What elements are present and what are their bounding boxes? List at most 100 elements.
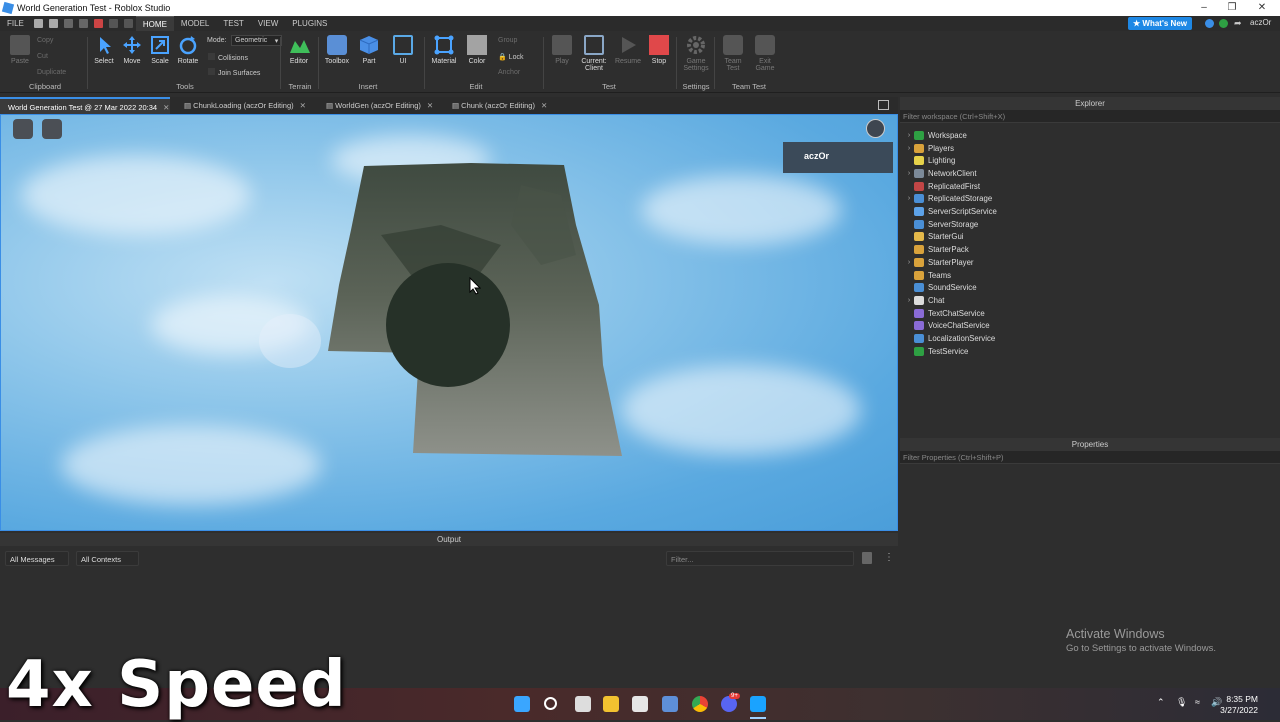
explorer-item-workspace[interactable]: › Workspace (904, 129, 967, 142)
close-tab-icon[interactable]: ✕ (541, 101, 547, 110)
explorer-item-voicechatservice[interactable]: VoiceChatService (904, 320, 990, 333)
menu-file[interactable]: FILE (0, 16, 31, 31)
close-tab-icon[interactable]: ✕ (300, 101, 306, 110)
wifi-icon[interactable]: ≈ (1195, 697, 1200, 707)
snipping-tool-icon[interactable] (632, 696, 648, 712)
explorer-item-starterpack[interactable]: StarterPack (904, 243, 969, 256)
explorer-item-soundservice[interactable]: SoundService (904, 281, 977, 294)
chevron-right-icon[interactable]: › (904, 297, 914, 304)
maximize-button[interactable]: ❐ (1218, 0, 1246, 16)
user-name[interactable]: aczOr (1250, 18, 1271, 27)
ui-button[interactable]: UI (388, 35, 418, 65)
mode-dropdown[interactable]: Geometric ▾ (231, 35, 283, 46)
chevron-right-icon[interactable]: › (904, 132, 914, 139)
collisions-toggle[interactable]: Collisions (208, 53, 248, 62)
tab-worldgen[interactable]: ▤ WorldGen (aczOr Editing) ✕ (318, 97, 440, 114)
tab-chunk[interactable]: ▤ Chunk (aczOr Editing) ✕ (444, 97, 562, 114)
menu-view[interactable]: VIEW (251, 16, 285, 31)
exit-game-button[interactable]: Exit Game (750, 35, 780, 72)
stop-record-icon[interactable] (93, 19, 103, 28)
open-file-icon[interactable] (48, 19, 58, 28)
tray-chevron-up-icon[interactable]: ⌃ (1157, 697, 1165, 708)
material-button[interactable]: Material (429, 35, 459, 65)
explorer-item-serverstorage[interactable]: ServerStorage (904, 218, 978, 231)
join-surfaces-toggle[interactable]: Join Surfaces (208, 68, 260, 77)
explorer-item-teams[interactable]: Teams (904, 269, 951, 282)
tab-world-generation-test[interactable]: World Generation Test @ 27 Mar 2022 20:3… (0, 97, 170, 114)
menu-plugins[interactable]: PLUGINS (285, 16, 334, 31)
properties-filter-input[interactable]: Filter Properties (Ctrl+Shift+P) (900, 451, 1280, 464)
anchor-button[interactable]: Anchor (498, 69, 520, 76)
select-button[interactable]: Select (89, 35, 119, 65)
search-icon[interactable] (544, 697, 557, 710)
microphone-icon[interactable]: 🎙 (1176, 697, 1187, 708)
roblox-studio-icon[interactable] (750, 696, 766, 712)
roblox-menu-icon[interactable] (13, 119, 33, 139)
explorer-item-testservice[interactable]: TestService (904, 345, 968, 358)
help-icon[interactable] (1205, 19, 1214, 28)
scale-button[interactable]: Scale (145, 35, 175, 65)
close-tab-icon[interactable]: ✕ (427, 101, 433, 110)
resume-button[interactable]: Resume (613, 35, 643, 65)
minimize-button[interactable]: – (1190, 0, 1218, 16)
toolbox-button[interactable]: Toolbox (322, 35, 352, 65)
maximize-viewport-icon[interactable] (878, 100, 889, 110)
new-file-icon[interactable] (33, 19, 43, 28)
all-contexts-dropdown[interactable]: All Contexts (76, 551, 139, 566)
close-button[interactable]: ✕ (1248, 0, 1276, 16)
windows-start-icon[interactable] (514, 696, 530, 712)
undo-icon[interactable] (108, 19, 118, 28)
menu-test[interactable]: TEST (216, 16, 250, 31)
explorer-item-starterplayer[interactable]: › StarterPlayer (904, 256, 974, 269)
whats-new-button[interactable]: ★ What's New (1128, 17, 1192, 30)
explorer-filter-input[interactable]: Filter workspace (Ctrl+Shift+X) (900, 110, 1280, 123)
chrome-icon[interactable] (692, 696, 708, 712)
terrain-editor-button[interactable]: Editor (284, 35, 314, 65)
game-settings-button[interactable]: Game Settings (681, 35, 711, 72)
share-icon[interactable]: ➦ (1234, 18, 1242, 29)
explorer-item-serverscriptservice[interactable]: ServerScriptService (904, 205, 997, 218)
redo-icon[interactable] (63, 19, 73, 28)
move-button[interactable]: Move (117, 35, 147, 65)
save-icon[interactable] (78, 19, 88, 28)
close-tab-icon[interactable]: ✕ (163, 103, 169, 112)
explorer-item-players[interactable]: › Players (904, 142, 954, 155)
chevron-right-icon[interactable]: › (904, 195, 914, 202)
chevron-right-icon[interactable]: › (904, 259, 914, 266)
photos-icon[interactable] (662, 696, 678, 712)
cut-button[interactable]: Cut (37, 53, 48, 60)
explorer-item-localizationservice[interactable]: LocalizationService (904, 332, 995, 345)
menu-home[interactable]: HOME (135, 16, 174, 31)
player-list-entry[interactable]: aczOr (783, 142, 893, 173)
task-view-icon[interactable] (575, 696, 591, 712)
explorer-item-textchatservice[interactable]: TextChatService (904, 307, 985, 320)
team-test-button[interactable]: Team Test (718, 35, 748, 72)
explorer-item-networkclient[interactable]: › NetworkClient (904, 167, 977, 180)
file-explorer-icon[interactable] (603, 696, 619, 712)
rotate-button[interactable]: Rotate (173, 35, 203, 65)
system-clock[interactable]: 8:35 PM 3/27/2022 (1220, 694, 1258, 716)
chevron-right-icon[interactable]: › (904, 145, 914, 152)
redo2-icon[interactable] (123, 19, 133, 28)
all-messages-dropdown[interactable]: All Messages (5, 551, 69, 566)
duplicate-button[interactable]: Duplicate (37, 69, 66, 76)
more-vertical-icon[interactable]: ⋮ (884, 552, 894, 563)
stop-button[interactable]: Stop (644, 35, 674, 65)
copy-button[interactable]: Copy (37, 37, 53, 44)
part-button[interactable]: Part (354, 35, 384, 65)
chat-icon[interactable] (42, 119, 62, 139)
explorer-item-lighting[interactable]: Lighting (904, 154, 955, 167)
chevron-right-icon[interactable]: › (904, 170, 914, 177)
explorer-item-replicatedfirst[interactable]: ReplicatedFirst (904, 180, 980, 193)
output-filter-input[interactable]: Filter... (666, 551, 854, 566)
more-options-icon[interactable] (866, 119, 885, 138)
menu-model[interactable]: MODEL (174, 16, 216, 31)
current-client-button[interactable]: Current: Client (576, 35, 612, 72)
status-icon[interactable] (1219, 19, 1228, 28)
paste-button[interactable]: Paste (5, 35, 35, 65)
3d-viewport[interactable]: aczOr (0, 114, 898, 531)
explorer-item-replicatedstorage[interactable]: › ReplicatedStorage (904, 193, 992, 206)
trash-icon[interactable] (862, 552, 872, 564)
play-button[interactable]: Play (547, 35, 577, 65)
group-button[interactable]: Group (498, 37, 517, 44)
